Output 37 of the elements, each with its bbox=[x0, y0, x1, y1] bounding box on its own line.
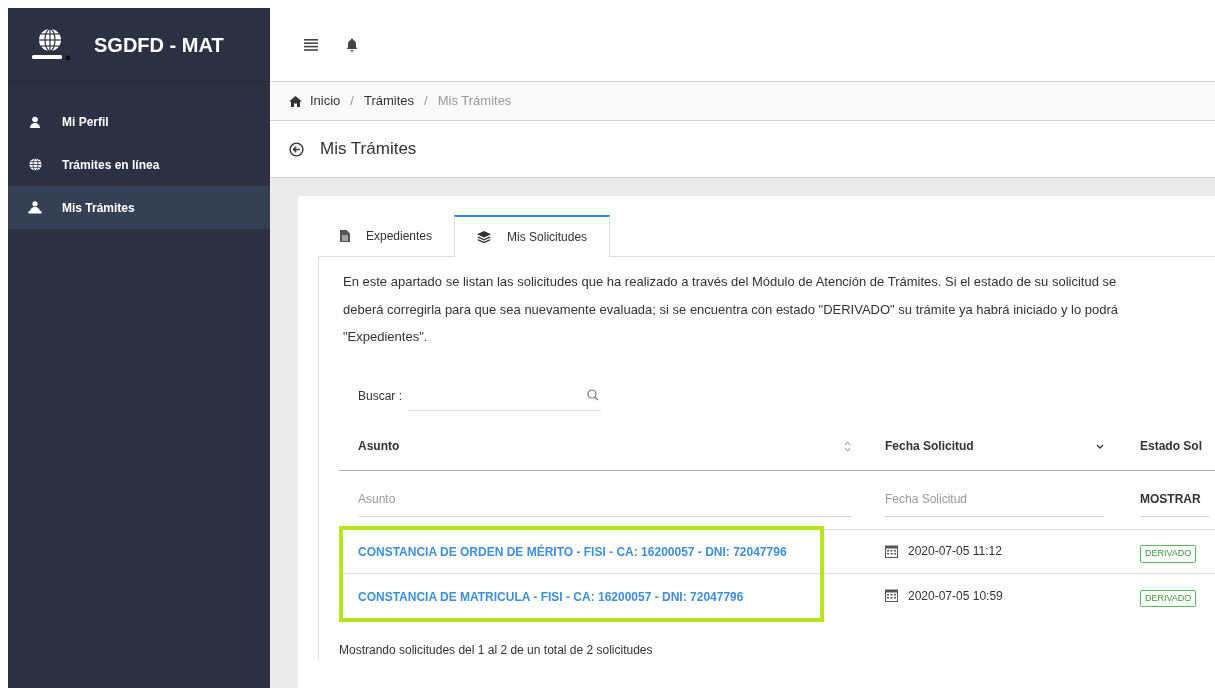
search-label: Buscar : bbox=[358, 387, 402, 405]
calendar-icon bbox=[885, 544, 898, 558]
filter-select[interactable]: MOSTRAR bbox=[1140, 482, 1210, 517]
sidebar-item[interactable]: Mi Perfil bbox=[8, 100, 270, 143]
person-icon bbox=[28, 201, 42, 214]
breadcrumb-separator: / bbox=[423, 92, 429, 111]
user-icon bbox=[29, 115, 41, 128]
menu-icon[interactable] bbox=[304, 38, 318, 51]
column-header[interactable]: Asunto bbox=[358, 437, 400, 455]
brand-title: SGDFD - MAT bbox=[94, 32, 224, 58]
tab[interactable]: Expedientes bbox=[318, 215, 455, 256]
document-icon bbox=[340, 229, 350, 242]
breadcrumb-link[interactable]: Trámites bbox=[364, 91, 415, 111]
table-summary: Mostrando solicitudes del 1 al 2 de un total de 2 solicitudes bbox=[339, 641, 654, 659]
search-icon bbox=[587, 389, 599, 401]
filter-field[interactable]: Fecha Solicitud bbox=[885, 482, 1104, 517]
column-header[interactable]: Fecha Solicitud bbox=[885, 437, 974, 455]
bell-icon[interactable] bbox=[346, 37, 358, 52]
tab[interactable]: Mis Solicitudes bbox=[454, 215, 611, 257]
status-badge: DERIVADO bbox=[1140, 545, 1197, 563]
sidebar-item[interactable]: Mis Trámites bbox=[8, 186, 270, 229]
layers-icon bbox=[477, 231, 492, 243]
calendar-icon bbox=[885, 589, 898, 602]
globe-icon bbox=[28, 158, 42, 171]
home-icon[interactable] bbox=[289, 95, 302, 107]
page-title: Mis Trámites bbox=[320, 138, 417, 161]
breadcrumb-separator: / bbox=[349, 92, 355, 111]
sidebar-item[interactable]: Trámites en línea bbox=[8, 143, 270, 186]
column-header[interactable]: Estado Sol bbox=[1140, 437, 1202, 455]
sort-icon[interactable] bbox=[844, 440, 851, 452]
description-text: En este apartado se listan las solicitudes que ha realizado a través del Módulo de Atención de Trámites. Si el estado de su solicitud se deberá corregirla para que sea nuevamente evaluada; si se encuentra con estado "DERIVADO" su trámite ya habrá iniciado y lo podrá "Expedientes". bbox=[342, 273, 1119, 346]
breadcrumb-link[interactable]: Inicio bbox=[310, 91, 341, 111]
status-badge: DERIVADO bbox=[1140, 589, 1197, 607]
filter-field[interactable]: Asunto bbox=[358, 482, 851, 517]
sort-down-icon[interactable] bbox=[1096, 443, 1104, 449]
date-text: 2020-07-05 11:12 bbox=[908, 543, 1002, 560]
date-text: 2020-07-05 10:59 bbox=[908, 587, 1003, 605]
